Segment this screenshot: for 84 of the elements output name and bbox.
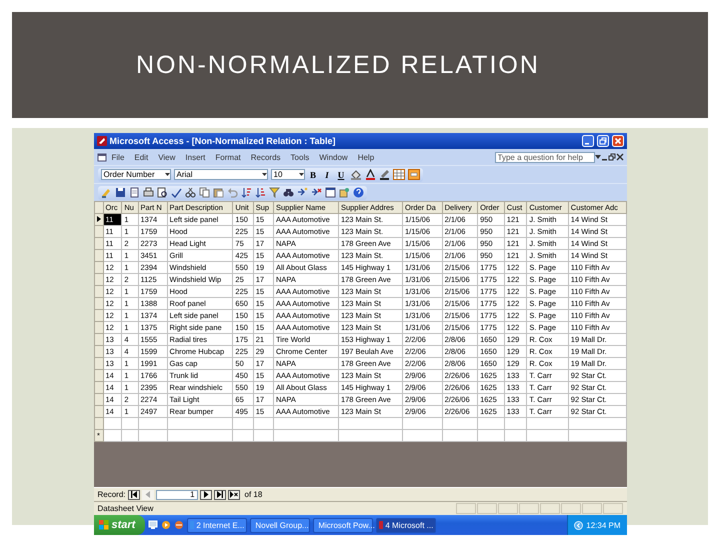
menu-item[interactable]: Window <box>314 152 353 162</box>
window-title: Microsoft Access - [Non-Normalized Relation : Table] <box>110 136 337 146</box>
find-icon[interactable] <box>282 187 294 198</box>
previous-record-icon <box>144 491 152 498</box>
special-effect-icon[interactable] <box>408 169 420 180</box>
caret-icon <box>262 173 266 176</box>
database-window-icon[interactable] <box>324 187 336 198</box>
record-label: Record: <box>98 490 126 499</box>
taskbar-button[interactable]: Microsoft Pow... <box>313 518 374 532</box>
minimize-icon[interactable] <box>582 135 594 147</box>
status-panel <box>476 503 496 514</box>
menu-item[interactable]: File <box>106 152 130 162</box>
text-style-button[interactable]: B <box>308 170 318 180</box>
new-record-icon <box>230 491 238 498</box>
status-panel <box>582 503 602 514</box>
app-icon <box>379 521 384 529</box>
status-text: Datasheet View <box>98 504 154 513</box>
sort-descending-icon[interactable] <box>254 187 266 198</box>
status-panel <box>540 503 560 514</box>
line-color-icon[interactable] <box>378 169 390 180</box>
save-icon[interactable] <box>114 187 126 198</box>
close-icon[interactable] <box>616 153 624 161</box>
view-icon[interactable] <box>100 187 112 198</box>
slide-title: NON-NORMALIZED RELATION <box>136 50 540 80</box>
delete-record-icon[interactable] <box>310 187 322 198</box>
print-icon[interactable] <box>142 187 154 198</box>
record-count: of 18 <box>244 490 262 499</box>
filter-icon[interactable] <box>268 187 280 198</box>
last-record-button[interactable] <box>214 490 226 500</box>
spelling-icon[interactable] <box>170 187 182 198</box>
text-style-button[interactable]: U <box>336 170 346 180</box>
menu-item[interactable]: Insert <box>180 152 210 162</box>
record-selector[interactable] <box>94 214 103 226</box>
gridlines-icon[interactable] <box>392 169 404 180</box>
menu-item[interactable]: Format <box>210 152 246 162</box>
media-player-icon[interactable] <box>161 520 172 530</box>
next-record-button[interactable] <box>200 490 212 500</box>
menu-bar-icon <box>96 152 106 162</box>
taskbar-button[interactable]: 2 Internet E... <box>187 518 248 532</box>
caret-icon[interactable] <box>594 154 600 160</box>
copy-icon[interactable] <box>198 187 210 198</box>
document-icon[interactable] <box>128 187 140 198</box>
menu-item[interactable]: Help <box>352 152 380 162</box>
text-style-button[interactable]: I <box>322 170 332 180</box>
clock: 12:34 PM <box>586 520 620 530</box>
menu-item[interactable]: View <box>153 152 180 162</box>
object-dropdown[interactable]: Order Number <box>100 169 170 180</box>
paint-bucket-icon[interactable] <box>350 169 362 180</box>
taskbar-button[interactable]: 4 Microsoft ... <box>376 518 436 532</box>
font-color-icon[interactable] <box>364 169 376 180</box>
first-record-button[interactable] <box>128 490 140 500</box>
row-pointer-icon <box>94 214 102 222</box>
record-number-field[interactable]: 1 <box>156 490 198 500</box>
caret-icon <box>164 173 170 176</box>
restore-icon[interactable] <box>608 153 616 161</box>
menu-item[interactable]: Records <box>246 152 286 162</box>
status-panel <box>498 503 518 514</box>
status-panel <box>602 503 622 514</box>
taskbar-button[interactable]: Novell Group... <box>250 518 310 532</box>
new-record-button[interactable] <box>228 490 240 500</box>
tray-arrow-icon[interactable] <box>574 520 584 530</box>
last-record-icon <box>216 491 224 498</box>
start-logo-icon <box>98 520 108 530</box>
sort-ascending-icon[interactable] <box>240 187 252 198</box>
app-icon <box>190 521 194 529</box>
next-record-icon <box>202 491 210 498</box>
print-preview-icon[interactable] <box>156 187 168 198</box>
caret-icon <box>298 173 304 176</box>
first-record-icon <box>130 491 138 498</box>
font-dropdown[interactable]: Arial <box>174 169 268 180</box>
new-record-icon[interactable] <box>296 187 308 198</box>
cut-icon[interactable] <box>184 187 196 198</box>
status-panel <box>456 503 476 514</box>
restore-icon[interactable] <box>596 135 608 147</box>
status-panel <box>560 503 580 514</box>
new-object-icon[interactable] <box>338 187 350 198</box>
help-icon[interactable] <box>352 187 364 198</box>
menu-item[interactable]: Tools <box>286 152 314 162</box>
desktop-icon[interactable] <box>148 520 158 530</box>
paste-icon[interactable] <box>212 187 224 198</box>
help-search-field[interactable]: Type a question for help <box>494 152 594 162</box>
font-size-dropdown[interactable]: 10 <box>270 169 304 180</box>
menu-item[interactable]: Edit <box>129 152 154 162</box>
status-panel <box>518 503 538 514</box>
